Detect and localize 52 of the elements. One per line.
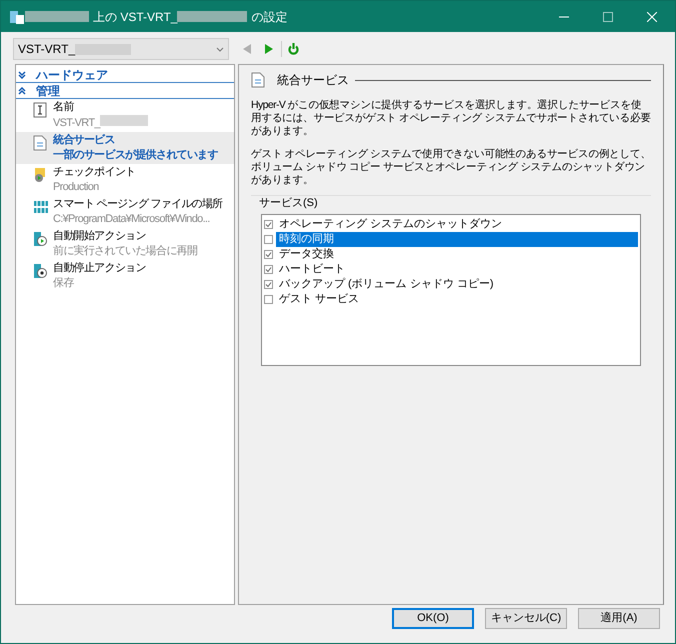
document-icon <box>33 135 47 151</box>
server-stop-icon <box>33 263 47 279</box>
memory-icon <box>33 199 49 215</box>
checkmark-icon <box>265 250 272 258</box>
expand-icon <box>18 70 26 78</box>
window-title: 上の VST-VRT_ <box>93 8 178 26</box>
close-icon[interactable] <box>647 12 657 22</box>
service-item[interactable]: ハートビート <box>276 262 348 276</box>
service-item[interactable]: オペレーティング システムのシャットダウン <box>276 216 506 232</box>
tree-item[interactable]: 名前 VST-VRT_ <box>16 99 234 132</box>
description-text: ゲスト オペレーティング システムで使用できない可能性のあるサービスの例として、ボリューム シャドウ コピー サービスとオペレーティング システムのシャットダウンがあります。 <box>251 148 651 187</box>
tree-item[interactable]: 自動開始アクション 前に実行されていた場合に再開 <box>16 228 234 260</box>
dialog-button[interactable]: 適用(A) <box>578 608 660 629</box>
document-icon <box>251 72 265 88</box>
vm-dropdown[interactable]: VST-VRT_ <box>13 38 229 60</box>
dialog-button[interactable]: キャンセル(C) <box>485 608 567 629</box>
checkmark-icon <box>265 280 272 288</box>
text-cursor-icon <box>33 102 47 118</box>
section-header[interactable]: 管理 <box>16 83 234 99</box>
checkpoint-icon <box>33 167 47 183</box>
dialog-button[interactable]: OK(O) <box>392 608 474 629</box>
checkmark-icon <box>265 220 272 228</box>
description-text: Hyper-V がこの仮想マシンに提供するサービスを選択します。選択したサービスを使用するには、サービスがゲスト オペレーティング システムでサポートされている必要があります。 <box>251 99 651 138</box>
maximize-icon[interactable] <box>603 12 613 22</box>
checkbox[interactable] <box>264 280 273 288</box>
service-item[interactable]: ゲスト サービス <box>276 292 362 306</box>
server-start-icon <box>33 231 47 247</box>
group-label: サービス(S) <box>259 196 318 211</box>
section-title: 統合サービス <box>277 72 349 89</box>
service-item[interactable]: バックアップ (ボリューム シャドウ コピー) <box>276 276 496 292</box>
service-item[interactable]: データ交換 <box>276 246 337 262</box>
redacted-block <box>25 11 89 22</box>
checkmark-icon <box>265 266 272 272</box>
checkbox[interactable] <box>264 294 273 304</box>
section-header[interactable]: ハードウェア <box>16 67 234 83</box>
redacted-block <box>100 115 148 126</box>
refresh-icon[interactable] <box>288 43 299 55</box>
chevron-down-icon <box>216 46 224 52</box>
checkbox[interactable] <box>264 264 273 274</box>
tree-item[interactable]: 統合サービス 一部のサービスが提供されています <box>16 132 234 164</box>
settings-window-icon <box>9 8 25 24</box>
service-item[interactable]: 時刻の同期 <box>276 232 638 246</box>
checkbox[interactable] <box>264 220 273 228</box>
tree-item[interactable]: 自動停止アクション 保存 <box>16 260 234 292</box>
tree-item[interactable]: スマート ページング ファイルの場所 C:¥ProgramData¥Microsoft¥Windo... <box>16 196 234 228</box>
window-title-suffix: の設定 <box>251 8 288 26</box>
forward-icon[interactable] <box>265 44 273 54</box>
checkbox[interactable] <box>264 250 273 258</box>
checkbox[interactable] <box>264 234 273 244</box>
tree-item[interactable]: チェックポイント Production <box>16 164 234 196</box>
redacted-block <box>177 11 248 22</box>
collapse-icon <box>18 86 26 94</box>
